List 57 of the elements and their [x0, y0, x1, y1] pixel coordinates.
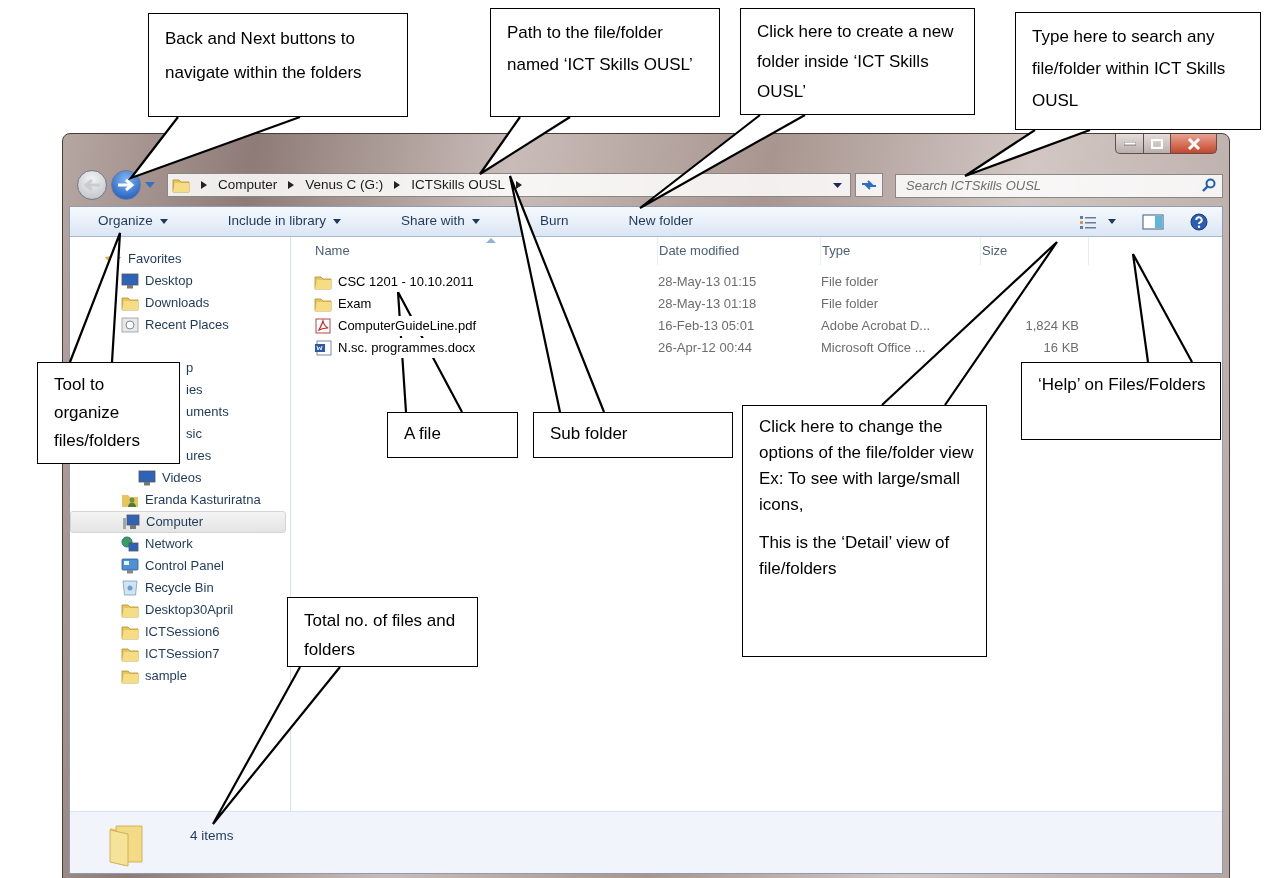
column-header[interactable]: Type: [821, 237, 981, 265]
navigation-item[interactable]: ICTSession7: [70, 643, 290, 665]
callout-text: Total no. of files and folders: [304, 610, 457, 661]
navigation-item[interactable]: Recycle Bin: [70, 577, 290, 599]
type-cell-text: File folder: [821, 295, 880, 314]
date-cell-text: 26-Apr-12 00:44: [658, 339, 753, 358]
toolbar-button[interactable]: Burn: [531, 208, 577, 235]
callout-text: ‘Help’ on Files/Folders: [1038, 374, 1207, 396]
breadcrumb-item[interactable]: Computer: [212, 174, 284, 196]
callout-text: A file: [404, 423, 442, 445]
callout-text: Sub folder: [550, 423, 629, 445]
type-cell-text: File folder: [821, 273, 880, 292]
file-name: ComputerGuideLine.pdf: [338, 316, 477, 336]
callout-text: Type here to search any file/folder within ICT Skills OUSL: [1032, 26, 1227, 112]
file-row[interactable]: Exam 28-May-13 01:18 File folder: [314, 293, 1222, 315]
callout-text: Path to the file/folder named ‘ICT Skills OUSL’: [507, 22, 694, 76]
breadcrumb-item[interactable]: ICTSkills OUSL: [405, 174, 512, 196]
callout-text: Click here to change the options of the file/folder view: [759, 416, 975, 464]
file-row[interactable]: N.sc. programmes.docx 26-Apr-12 00:44 Microsoft Office ... 16 KB: [314, 337, 1222, 359]
navigation-item[interactable]: ures: [186, 445, 212, 467]
navigation-item[interactable]: Desktop: [70, 270, 290, 292]
item-count: 4 items: [190, 827, 234, 845]
navigation-item[interactable]: ICTSession6: [70, 621, 290, 643]
toolbar-button[interactable]: Include in library: [219, 208, 350, 235]
file-row[interactable]: CSC 1201 - 10.10.2011 28-May-13 01:15 File folder: [314, 271, 1222, 293]
navigation-item[interactable]: p: [186, 357, 194, 379]
date-cell-text: 28-May-13 01:18: [658, 295, 758, 314]
column-header[interactable]: Date modified: [658, 237, 821, 265]
navigation-item[interactable]: Eranda Kasturiratna: [70, 489, 290, 511]
toolbar-button[interactable]: New folder: [620, 208, 701, 235]
callout-text: Tool to organize files/folders: [54, 374, 141, 452]
navigation-item[interactable]: uments: [186, 401, 229, 423]
search-field[interactable]: Search ICTSkills OUSL: [895, 173, 1223, 198]
size-cell-text: 16 KB: [1042, 339, 1079, 358]
callout-text: This is the ‘Detail’ view of file/folders: [759, 532, 951, 580]
navigation-item[interactable]: Downloads: [70, 292, 290, 314]
date-cell-text: 16-Feb-13 05:01: [658, 317, 756, 336]
navigation-item[interactable]: sample: [70, 665, 290, 687]
callout-text: Click here to create a new folder inside ‘ICT Skills OUSL’: [757, 21, 955, 103]
callout-text: Ex: To see with large/small icons,: [759, 468, 961, 516]
navigation-item[interactable]: Control Panel: [70, 555, 290, 577]
file-row[interactable]: ComputerGuideLine.pdf 16-Feb-13 05:01 Adobe Acrobat D... 1,824 KB: [314, 315, 1222, 337]
navigation-item[interactable]: sic: [186, 423, 202, 445]
file-name: N.sc. programmes.docx: [338, 338, 476, 358]
navigation-item[interactable]: Recent Places: [70, 314, 290, 336]
navigation-item[interactable]: Videos: [70, 467, 290, 489]
navigation-item[interactable]: Network: [70, 533, 290, 555]
navigation-item[interactable]: Desktop30April: [70, 599, 290, 621]
navigation-item[interactable]: Computer: [70, 511, 286, 533]
breadcrumb-item[interactable]: Venus C (G:): [299, 174, 390, 196]
navigation-item[interactable]: ies: [186, 379, 203, 401]
size-cell-text: 1,824 KB: [1024, 317, 1079, 336]
callout-text: Back and Next buttons to navigate within the folders: [165, 28, 363, 84]
date-cell-text: 28-May-13 01:15: [658, 273, 758, 292]
toolbar-button[interactable]: Share with: [393, 208, 488, 235]
type-cell-text: Microsoft Office ...: [821, 339, 927, 358]
type-cell-text: Adobe Acrobat D...: [821, 317, 932, 336]
